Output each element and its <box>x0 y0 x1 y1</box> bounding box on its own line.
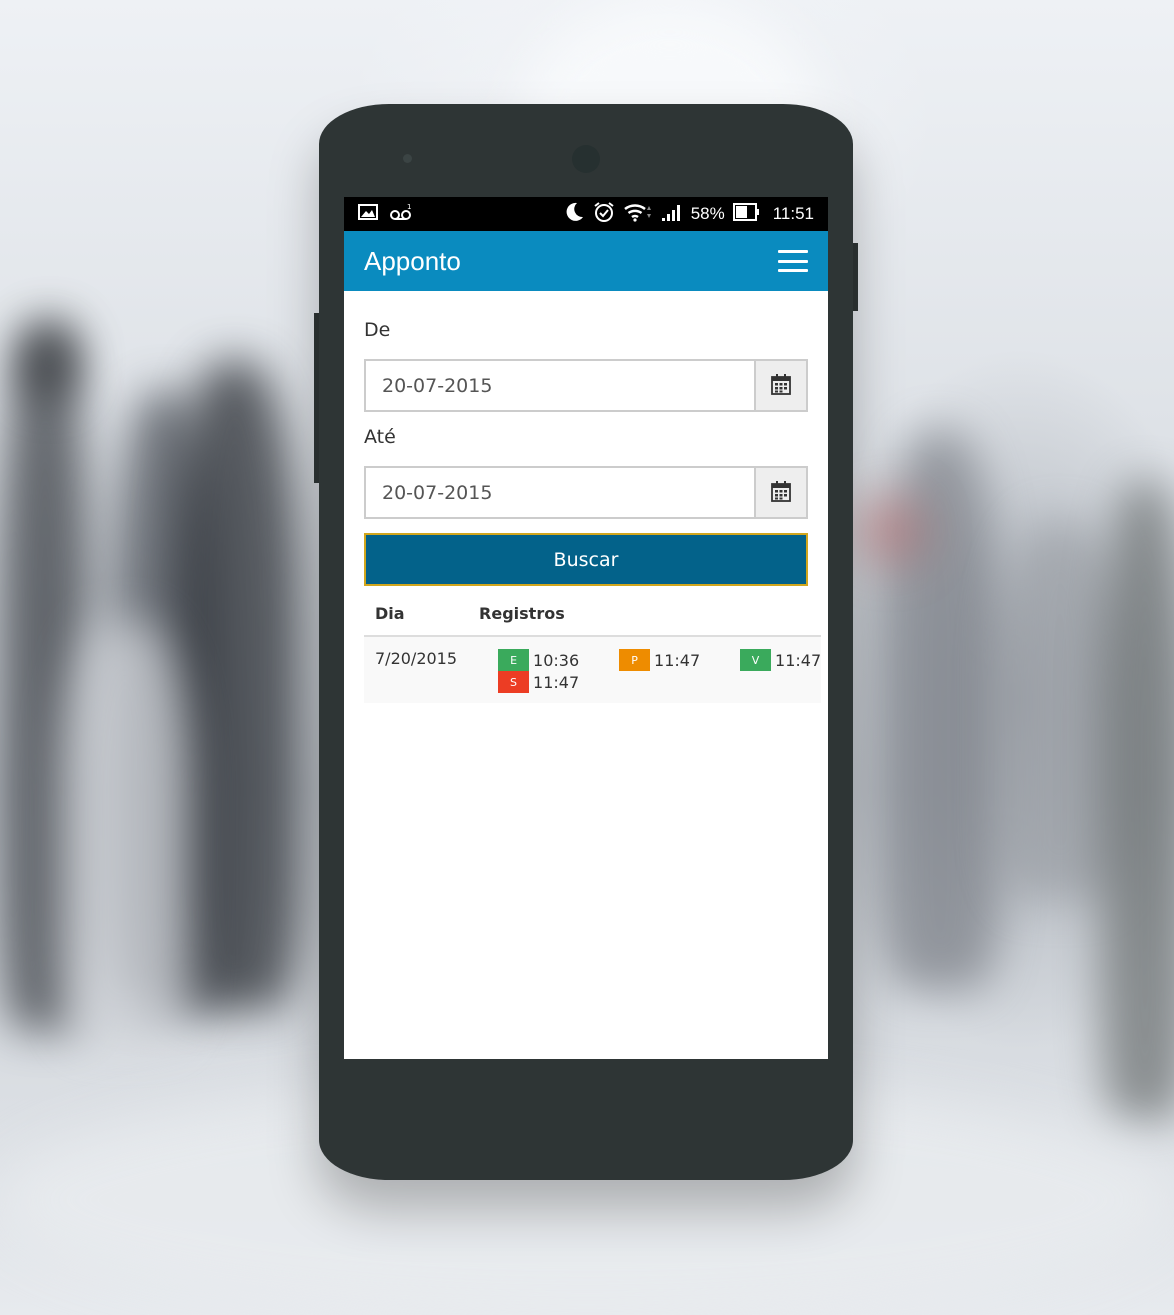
to-date-picker-button[interactable] <box>754 466 808 519</box>
calendar-icon <box>771 373 791 399</box>
table-row: 7/20/2015 E 10:36 S 11:47 P 11:47 V 11:4… <box>364 636 822 703</box>
record-entry: E 10:36 <box>498 649 619 671</box>
signal-icon <box>661 202 683 227</box>
phone-screen: 1 58% 11:51 Apponto De 20-07-2015 Até 20… <box>344 197 828 1059</box>
gallery-icon <box>358 203 378 225</box>
record-entry: V 11:47 <box>740 649 821 671</box>
search-button[interactable]: Buscar <box>364 533 808 586</box>
to-date-label: Até <box>364 426 396 448</box>
battery-icon <box>732 202 761 226</box>
to-date-input[interactable] <box>364 466 754 519</box>
app-bar: Apponto <box>344 231 828 291</box>
status-bar: 1 58% 11:51 <box>344 197 828 231</box>
hamburger-menu-icon[interactable] <box>778 250 808 272</box>
column-header-records: Registros <box>468 592 822 637</box>
entry-time: 10:36 <box>533 650 580 670</box>
wifi-icon <box>623 202 653 227</box>
front-camera <box>572 145 600 173</box>
column-header-day: Dia <box>364 592 469 637</box>
from-date-group <box>364 359 808 412</box>
clock: 11:51 <box>772 204 814 223</box>
calendar-icon <box>771 480 791 506</box>
exit-time: 11:47 <box>533 672 580 692</box>
from-date-picker-button[interactable] <box>754 359 808 412</box>
voicemail-icon: 1 <box>390 203 412 226</box>
record-day: 7/20/2015 <box>364 636 469 703</box>
alarm-icon <box>593 201 615 228</box>
moon-icon <box>563 201 585 228</box>
return-time: 11:47 <box>775 650 822 670</box>
app-title: Apponto <box>364 245 461 276</box>
records-table: Dia Registros 7/20/2015 E 10:36 S 11:47 … <box>364 592 822 703</box>
search-form: De Até Buscar Dia Registros <box>344 291 828 703</box>
pause-time: 11:47 <box>654 650 701 670</box>
table-header-row: Dia Registros <box>364 592 822 637</box>
from-date-input[interactable] <box>364 359 754 412</box>
to-date-group <box>364 466 808 519</box>
from-date-label: De <box>364 319 391 341</box>
pause-tag: P <box>619 649 651 671</box>
record-entry: P 11:47 <box>619 649 740 671</box>
record-entries: E 10:36 S 11:47 P 11:47 V 11:47 <box>468 636 822 703</box>
record-entry: S 11:47 <box>498 671 619 693</box>
entry-tag: E <box>498 649 530 671</box>
exit-tag: S <box>498 671 530 693</box>
battery-percent: 58% <box>690 204 725 223</box>
return-tag: V <box>740 649 772 671</box>
proximity-sensor <box>403 154 412 163</box>
svg-text:1: 1 <box>407 203 411 211</box>
